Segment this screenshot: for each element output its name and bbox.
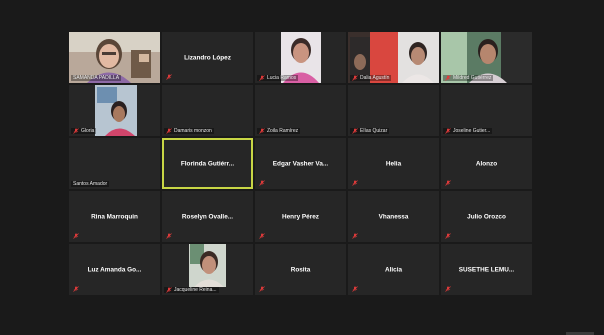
participant-name-label: Dalia Agustín (350, 75, 392, 81)
muted-mic-icon (259, 286, 265, 292)
participant-name: Gloria (81, 128, 95, 134)
muted-mic-icon (352, 180, 358, 186)
participant-tile[interactable]: Rosita (255, 244, 346, 295)
participant-name-label: Mildred Gutiérrez (443, 75, 494, 81)
muted-mic-icon (166, 287, 172, 293)
participant-tile[interactable]: Gloria (69, 85, 160, 136)
participant-tile[interactable]: SUSETHE LEMU... (441, 244, 532, 295)
muted-mic-icon (73, 286, 79, 292)
muted-mic-icon (352, 233, 358, 239)
participant-name: Lucia Ramos (267, 75, 297, 81)
participant-tile[interactable]: Lucia Ramos (255, 32, 346, 83)
participant-name: Luz Amanda Go... (87, 266, 142, 273)
participant-name-label: Lucia Ramos (257, 75, 299, 81)
participant-tile[interactable]: Rina Marroquin (69, 191, 160, 242)
muted-mic-icon (166, 233, 172, 239)
participant-tile[interactable]: Julio Orozco (441, 191, 532, 242)
participant-tile[interactable]: Dalia Agustín (348, 32, 439, 83)
participant-name-label: Jacqueline Reina... (164, 287, 219, 293)
participant-tile[interactable]: Joseline Gutier... (441, 85, 532, 136)
participant-name: Damaris monzon (174, 128, 212, 134)
participant-name: Helia (385, 160, 402, 167)
participant-tile[interactable]: Edgar Vasher Va... (255, 138, 346, 189)
participant-name-label: Gloria (71, 128, 97, 134)
participant-tile[interactable]: Elías Quizar (348, 85, 439, 136)
muted-mic-icon (352, 128, 358, 134)
muted-mic-icon (166, 128, 172, 134)
participant-name: Mildred Gutiérrez (453, 75, 492, 81)
participant-name: SUSETHE LEMU... (458, 266, 515, 273)
participant-name: Florinda Gutiérr... (180, 160, 235, 167)
muted-mic-icon (352, 286, 358, 292)
participant-tile-active-speaker[interactable]: Florinda Gutiérr... (162, 138, 253, 189)
participant-name: Elías Quizar (360, 128, 388, 134)
participant-tile[interactable]: Damaris monzon (162, 85, 253, 136)
muted-mic-icon (73, 233, 79, 239)
muted-mic-icon (259, 75, 265, 81)
participant-tile[interactable]: Vhanessa (348, 191, 439, 242)
participant-name: Rosita (290, 266, 311, 273)
participant-tile[interactable]: Henry Pérez (255, 191, 346, 242)
participant-tile[interactable]: Alonzo (441, 138, 532, 189)
participant-tile[interactable]: Santos Amador (69, 138, 160, 189)
participant-name: Rina Marroquin (91, 213, 138, 220)
participant-name: Roselyn Ovalle... (181, 213, 234, 220)
participant-name-label: Joseline Gutier... (443, 128, 493, 134)
participant-tile[interactable]: Lizandro López (162, 32, 253, 83)
participant-name: Alonzo (475, 160, 498, 167)
participant-name: Julio Orozco (467, 213, 506, 220)
participant-tile[interactable]: Jacqueline Reina... (162, 244, 253, 295)
muted-mic-icon (259, 128, 265, 134)
muted-mic-icon (352, 75, 358, 81)
participant-name-label: SAMANDA PADILLA (71, 75, 122, 81)
participant-name: Joseline Gutier... (453, 128, 491, 134)
muted-mic-icon (73, 128, 79, 134)
participant-name-label: Elías Quizar (350, 128, 390, 134)
participant-name: Santos Amador (73, 181, 108, 187)
participant-tile[interactable]: Helia (348, 138, 439, 189)
participant-name: Lizandro López (184, 54, 231, 61)
participant-name-label: Zoila Ramírez (257, 128, 301, 134)
participant-name-label: Damaris monzon (164, 128, 214, 134)
participant-name: Dalia Agustín (360, 75, 390, 81)
participant-name: Edgar Vasher Va... (272, 160, 329, 167)
gallery-view: SAMANDA PADILLA Lizandro López Lucia Ram… (69, 32, 532, 295)
muted-mic-icon (445, 75, 451, 81)
participant-tile[interactable]: SAMANDA PADILLA (69, 32, 160, 83)
muted-mic-icon (166, 74, 172, 80)
muted-mic-icon (445, 233, 451, 239)
participant-name-label: Santos Amador (71, 181, 110, 187)
muted-mic-icon (259, 233, 265, 239)
participant-tile[interactable]: Mildred Gutiérrez (441, 32, 532, 83)
participant-name: Henry Pérez (282, 213, 319, 220)
participant-name: Vhanessa (378, 213, 409, 220)
participant-name: Jacqueline Reina... (174, 287, 217, 293)
muted-mic-icon (259, 180, 265, 186)
muted-mic-icon (445, 128, 451, 134)
participant-name: Alicia (384, 266, 403, 273)
participant-name: Zoila Ramírez (267, 128, 299, 134)
participant-tile[interactable]: Luz Amanda Go... (69, 244, 160, 295)
participant-tile[interactable]: Zoila Ramírez (255, 85, 346, 136)
muted-mic-icon (445, 180, 451, 186)
participant-tile[interactable]: Roselyn Ovalle... (162, 191, 253, 242)
muted-mic-icon (445, 286, 451, 292)
participant-tile[interactable]: Alicia (348, 244, 439, 295)
participant-name: SAMANDA PADILLA (73, 75, 120, 81)
